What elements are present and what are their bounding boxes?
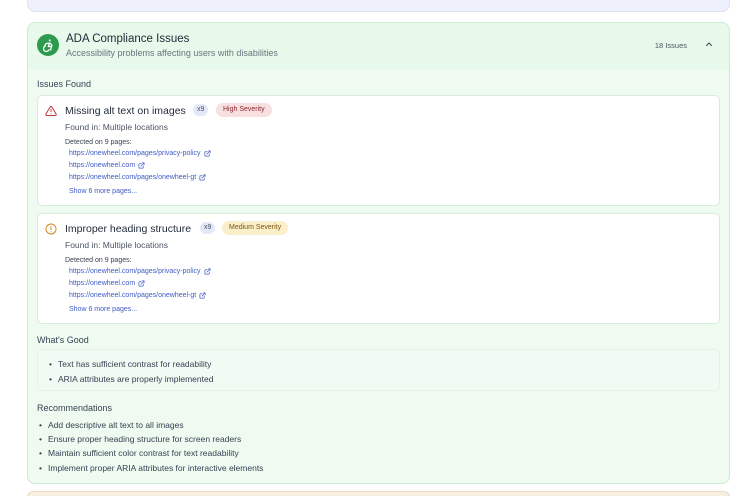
- section-header[interactable]: ADA Compliance Issues Accessibility prob…: [28, 23, 729, 69]
- page-link[interactable]: https://onewheel.com/pages/privacy-polic…: [69, 150, 211, 157]
- page-link[interactable]: https://onewheel.com/pages/onewheel-gt: [69, 174, 206, 181]
- external-link-icon: [199, 292, 206, 299]
- page-link-url: https://onewheel.com: [69, 280, 136, 287]
- list-item: Ensure proper heading structure for scre…: [39, 434, 241, 444]
- external-link-icon: [138, 162, 145, 169]
- warning-triangle-icon: [45, 104, 57, 116]
- alert-circle-icon: [45, 222, 57, 235]
- detected-pages-label: Detected on 9 pages:: [65, 257, 132, 264]
- detected-pages-label: Detected on 9 pages:: [65, 139, 132, 146]
- previous-section-card: [27, 0, 730, 12]
- page-link-url: https://onewheel.com: [69, 162, 136, 169]
- found-in-text: Found in: Multiple locations: [65, 122, 169, 132]
- page-link[interactable]: https://onewheel.com/pages/onewheel-gt: [69, 292, 206, 299]
- show-more-pages-link[interactable]: Show 6 more pages...: [69, 306, 137, 313]
- issue-title: Improper heading structure: [65, 223, 192, 235]
- section-subtitle: Accessibility problems affecting users w…: [66, 48, 278, 58]
- external-link-icon: [199, 174, 206, 181]
- occurrence-badge: x9: [200, 222, 216, 234]
- issue-card: Improper heading structure x9 Medium Sev…: [37, 213, 720, 324]
- chevron-up-icon[interactable]: [703, 38, 715, 50]
- page-link[interactable]: https://onewheel.com/pages/privacy-polic…: [69, 268, 211, 275]
- external-link-icon: [204, 150, 210, 157]
- list-item: Text has sufficient contrast for readabi…: [49, 359, 211, 369]
- external-link-icon: [204, 268, 210, 275]
- list-item: Add descriptive alt text to all images: [39, 420, 184, 430]
- section-title: ADA Compliance Issues: [66, 33, 190, 45]
- list-item: Implement proper ARIA attributes for int…: [39, 463, 263, 473]
- page-link[interactable]: https://onewheel.com: [69, 280, 145, 287]
- accessibility-icon: [37, 34, 59, 56]
- issue-count-badge: 18 Issues: [654, 41, 687, 50]
- page-link[interactable]: https://onewheel.com: [69, 162, 145, 169]
- next-section-card: [27, 491, 730, 496]
- found-in-text: Found in: Multiple locations: [65, 240, 169, 250]
- occurrence-badge: x9: [193, 104, 209, 116]
- show-more-pages-link[interactable]: Show 6 more pages...: [69, 188, 137, 195]
- issue-title: Missing alt text on images: [65, 105, 186, 117]
- ada-compliance-section: ADA Compliance Issues Accessibility prob…: [27, 22, 730, 484]
- issue-card: Missing alt text on images x9 High Sever…: [37, 95, 720, 206]
- external-link-icon: [138, 280, 145, 287]
- severity-badge: High Severity: [216, 103, 272, 117]
- severity-badge: Medium Severity: [222, 221, 289, 235]
- page-link-url: https://onewheel.com/pages/privacy-polic…: [69, 150, 201, 157]
- page-link-url: https://onewheel.com/pages/onewheel-gt: [69, 292, 197, 299]
- page-link-url: https://onewheel.com/pages/privacy-polic…: [69, 268, 201, 275]
- page-link-url: https://onewheel.com/pages/onewheel-gt: [69, 174, 197, 181]
- whats-good-heading: What's Good: [37, 335, 89, 345]
- list-item: Maintain sufficient color contrast for t…: [39, 448, 239, 458]
- issues-found-heading: Issues Found: [37, 79, 92, 89]
- whats-good-list: Text has sufficient contrast for readabi…: [37, 349, 720, 391]
- recommendations-heading: Recommendations: [37, 403, 113, 413]
- list-item: ARIA attributes are properly implemented: [49, 374, 213, 384]
